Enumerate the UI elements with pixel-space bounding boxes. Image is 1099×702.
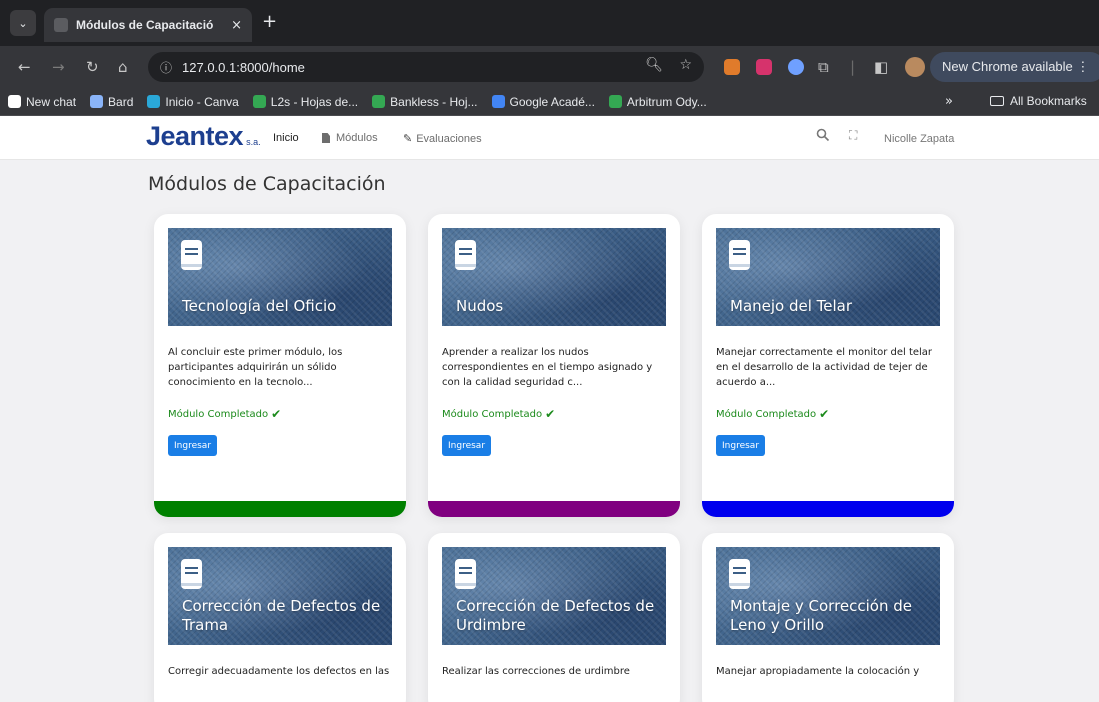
tab-title: Módulos de Capacitació xyxy=(76,18,214,32)
browser-tab-strip: ⌄ Módulos de Capacitació × + xyxy=(0,0,1099,46)
toolbar-divider: | xyxy=(850,58,856,76)
module-description: Manejar correctamente el monitor del tel… xyxy=(716,347,933,388)
module-cover-image: Montaje y Corrección de Leno y Orillo xyxy=(716,547,940,645)
module-description: Corregir adecuadamente los defectos en l… xyxy=(168,666,390,677)
book-icon xyxy=(729,240,750,270)
scholar-icon xyxy=(491,95,505,108)
module-card: Nudos Aprender a realizar los nudos corre… xyxy=(428,214,680,517)
ingresar-button[interactable]: Ingresar xyxy=(716,435,766,456)
zoom-icon[interactable]: 🔍︎ xyxy=(645,57,663,73)
nav-inicio[interactable]: Inicio xyxy=(273,132,299,144)
canva-icon xyxy=(147,95,161,108)
module-status: Módulo Completado ✔ xyxy=(442,407,556,421)
nav-modulos[interactable]: Módulos xyxy=(322,132,378,144)
user-name[interactable]: Nicolle Zapata xyxy=(884,133,954,145)
search-icon[interactable] xyxy=(816,128,830,142)
extension-wallet-icon[interactable] xyxy=(788,59,804,75)
module-status: Módulo Completado ✔ xyxy=(716,407,830,421)
extension-mc-icon[interactable] xyxy=(756,59,772,75)
module-status: Módulo Completado ✔ xyxy=(168,407,282,421)
checkmark-icon: ✔ xyxy=(819,407,830,421)
document-icon xyxy=(322,133,330,143)
bookmark-star-icon[interactable]: ☆ xyxy=(679,57,692,73)
module-title: Manejo del Telar xyxy=(730,297,853,315)
browser-tab-active[interactable]: Módulos de Capacitació × xyxy=(44,8,252,42)
module-card: Corrección de Defectos de Urdimbre Realiz… xyxy=(428,533,680,702)
module-card: Manejo del Telar Manejar correctamente el… xyxy=(702,214,954,517)
bookmark-item[interactable]: New chat xyxy=(8,95,76,109)
module-title: Corrección de Defectos de Trama xyxy=(182,597,381,634)
module-cover-image: Manejo del Telar xyxy=(716,228,940,326)
bookmarks-bar: New chat Bard Inicio - Canva L2s - Hojas de… xyxy=(0,88,1099,116)
bookmarks-overflow-icon[interactable]: » xyxy=(945,94,953,109)
checkmark-icon: ✔ xyxy=(271,407,282,421)
tab-close-icon[interactable]: × xyxy=(231,18,242,33)
ingresar-button[interactable]: Ingresar xyxy=(442,435,492,456)
module-title: Corrección de Defectos de Urdimbre xyxy=(456,597,655,634)
folder-icon xyxy=(990,96,1004,106)
openai-icon xyxy=(8,95,21,108)
book-icon xyxy=(455,240,476,270)
profile-avatar[interactable] xyxy=(905,57,925,77)
book-icon xyxy=(729,559,750,589)
book-icon xyxy=(181,240,202,270)
module-card: Tecnología del Oficio Al concluir este pr… xyxy=(154,214,406,517)
bookmark-item[interactable]: Inicio - Canva xyxy=(147,95,239,109)
module-description: Aprender a realizar los nudos correspond… xyxy=(442,347,653,388)
home-icon[interactable]: ⌂ xyxy=(118,56,128,78)
module-description: Realizar las correcciones de urdimbre xyxy=(442,666,630,677)
module-title: Tecnología del Oficio xyxy=(182,297,337,315)
reload-icon[interactable]: ↻ xyxy=(86,56,99,78)
book-icon xyxy=(455,559,476,589)
sheets-icon xyxy=(372,95,386,108)
tab-favicon-icon xyxy=(54,18,68,32)
module-card: Montaje y Corrección de Leno y Orillo Man… xyxy=(702,533,954,702)
book-icon xyxy=(181,559,202,589)
side-panel-icon[interactable]: ◧ xyxy=(874,56,888,78)
bookmark-item[interactable]: Arbitrum Ody... xyxy=(608,95,707,109)
sheets-icon xyxy=(252,95,266,108)
module-cover-image: Tecnología del Oficio xyxy=(168,228,392,326)
pencil-icon: ✎ xyxy=(403,133,413,145)
address-bar[interactable]: ⓘ 127.0.0.1:8000/home 🔍︎ ☆ xyxy=(148,52,704,82)
extension-fox-icon[interactable] xyxy=(724,59,740,75)
extensions-puzzle-icon[interactable]: ⧉ xyxy=(818,56,829,78)
all-bookmarks-button[interactable]: All Bookmarks xyxy=(990,94,1087,108)
bookmark-item[interactable]: Google Acadé... xyxy=(491,95,595,109)
checkmark-icon: ✔ xyxy=(545,407,556,421)
bookmark-item[interactable]: Bankless - Hoj... xyxy=(372,95,478,109)
module-cover-image: Corrección de Defectos de Trama xyxy=(168,547,392,645)
app-navbar: Jeantex s.a. Inicio Módulos ✎ Evaluacione… xyxy=(0,116,1099,160)
chrome-update-button[interactable]: New Chrome available ⋮ xyxy=(930,52,1099,82)
module-color-bar xyxy=(154,501,406,517)
module-title: Nudos xyxy=(456,297,504,315)
forward-arrow-icon[interactable]: → xyxy=(52,56,65,78)
jeantex-logo[interactable]: Jeantex s.a. xyxy=(146,121,261,152)
fullscreen-icon[interactable]: ⛶ xyxy=(849,128,857,143)
nav-evaluaciones[interactable]: ✎ Evaluaciones xyxy=(403,132,482,146)
browser-toolbar: ← → ↻ ⌂ ⓘ 127.0.0.1:8000/home 🔍︎ ☆ ⧉ | ◧… xyxy=(0,46,1099,88)
back-arrow-icon[interactable]: ← xyxy=(18,56,31,78)
module-description: Al concluir este primer módulo, los part… xyxy=(168,347,343,388)
module-color-bar xyxy=(428,501,680,517)
module-cover-image: Corrección de Defectos de Urdimbre xyxy=(442,547,666,645)
sparkle-icon xyxy=(90,95,104,108)
module-description: Manejar apropiadamente la colocación y xyxy=(716,666,920,677)
bookmarks-list: New chat Bard Inicio - Canva L2s - Hojas de… xyxy=(0,95,721,109)
bookmark-item[interactable]: Bard xyxy=(90,95,133,109)
page-title: Módulos de Capacitación xyxy=(148,173,386,195)
module-title: Montaje y Corrección de Leno y Orillo xyxy=(730,597,912,634)
module-cover-image: Nudos xyxy=(442,228,666,326)
address-url: 127.0.0.1:8000/home xyxy=(182,59,305,75)
sheets-icon xyxy=(608,95,622,108)
module-color-bar xyxy=(702,501,954,517)
module-card: Corrección de Defectos de Trama Corregir … xyxy=(154,533,406,702)
ingresar-button[interactable]: Ingresar xyxy=(168,435,218,456)
new-tab-button[interactable]: + xyxy=(262,12,277,32)
site-info-icon[interactable]: ⓘ xyxy=(160,59,172,76)
tab-search-dropdown-icon[interactable]: ⌄ xyxy=(10,10,36,36)
bookmark-item[interactable]: L2s - Hojas de... xyxy=(252,95,358,109)
